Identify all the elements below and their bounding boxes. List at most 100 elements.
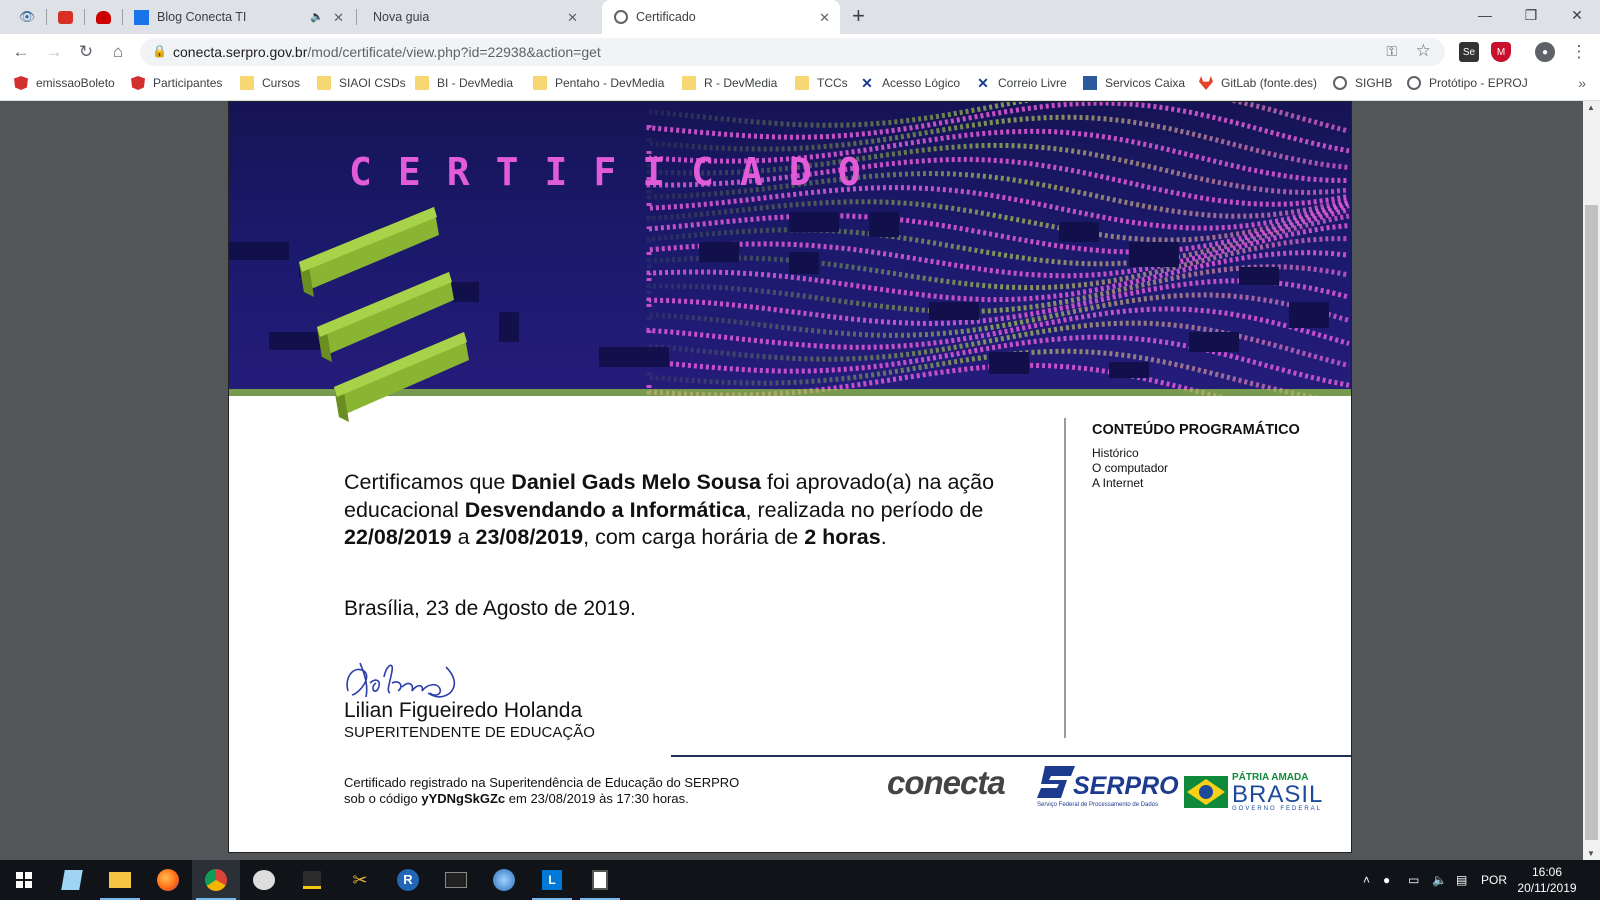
taskbar-app-network[interactable] xyxy=(480,860,528,900)
keyboard-icon[interactable]: ▤ xyxy=(1456,860,1467,900)
banner-pixel-block xyxy=(929,302,979,320)
bookmark-pentaho[interactable]: Pentaho - DevMedia xyxy=(533,76,664,90)
bookmark-r-devmedia[interactable]: R - DevMedia xyxy=(682,76,777,90)
close-icon[interactable]: ✕ xyxy=(819,10,830,26)
folder-icon xyxy=(240,76,254,90)
tray-app-icon[interactable]: ● xyxy=(1383,860,1390,900)
start-button[interactable] xyxy=(0,860,48,900)
close-window-button[interactable]: ✕ xyxy=(1554,0,1600,30)
taskbar-app-powerbi[interactable] xyxy=(288,860,336,900)
clock-date: 20/11/2019 xyxy=(1517,881,1577,895)
brazil-flag-icon xyxy=(1184,776,1228,808)
new-tab-button[interactable]: + xyxy=(852,5,865,27)
banner-pixel-block xyxy=(599,347,669,367)
bookmark-label: Participantes xyxy=(153,76,223,90)
taskbar-app-r[interactable]: R xyxy=(384,860,432,900)
banner-pixel-block xyxy=(699,242,739,262)
tab-nova-guia[interactable]: Nova guia ✕ xyxy=(358,0,588,34)
scroll-down-arrow-icon[interactable]: ▼ xyxy=(1587,849,1595,858)
bookmark-label: Protótipo - EPROJ xyxy=(1429,76,1528,90)
taskbar-app-lync[interactable]: L xyxy=(528,860,576,900)
bookmark-tccs[interactable]: TCCs xyxy=(795,76,848,90)
bookmark-prototipo-eproj[interactable]: Protótipo - EPROJ xyxy=(1407,76,1528,90)
close-icon[interactable]: ✕ xyxy=(333,10,344,26)
bookmark-acesso-logico[interactable]: ✕ Acesso Lógico xyxy=(860,76,960,90)
bookmark-participantes[interactable]: Participantes xyxy=(131,76,222,90)
selenium-extension-icon[interactable]: Se xyxy=(1459,42,1479,62)
lock-icon[interactable]: 🔒 xyxy=(152,44,167,58)
browser-chrome: 👁 Blog Conecta TI 🔈 ✕ Nova guia ✕ Certif… xyxy=(0,0,1600,101)
start-date: 22/08/2019 xyxy=(344,525,452,549)
taskbar-app-explorer[interactable] xyxy=(96,860,144,900)
signer-name: Lilian Figueiredo Holanda xyxy=(344,699,583,722)
taskbar-app-chrome[interactable] xyxy=(192,860,240,900)
scroll-up-arrow-icon[interactable]: ▲ xyxy=(1587,103,1595,112)
banner-pixel-block xyxy=(1059,222,1099,242)
certificate-statement: Certificamos que Daniel Gads Melo Sousa … xyxy=(344,469,1044,552)
bookmark-servicos-caixa[interactable]: Servicos Caixa xyxy=(1083,76,1185,90)
conecta-e-logo xyxy=(299,207,469,422)
windows-logo-icon xyxy=(16,872,32,888)
pinned-tab-3[interactable] xyxy=(84,0,122,34)
taskbar-app-terminal[interactable] xyxy=(432,860,480,900)
signer-role: SUPERITENDENTE DE EDUCAÇÃO xyxy=(344,724,595,741)
taskbar-app-tools[interactable]: ✂ xyxy=(336,860,384,900)
bookmark-sighb[interactable]: SIGHB xyxy=(1333,76,1392,90)
bookmark-gitlab[interactable]: GitLab (fonte.des) xyxy=(1199,76,1317,90)
program-item: O computador xyxy=(1092,461,1169,475)
banner-pixel-block xyxy=(229,242,289,260)
statement-text: , realizada no período de xyxy=(745,497,984,522)
network-icon[interactable]: ▭ xyxy=(1408,860,1419,900)
taskbar-app-firefox[interactable] xyxy=(144,860,192,900)
pinned-tab-1[interactable]: 👁 xyxy=(8,0,46,34)
bookmark-siaoi[interactable]: SIAOI CSDs xyxy=(317,76,406,90)
bookmark-label: GitLab (fonte.des) xyxy=(1221,76,1318,90)
program-item: A Internet xyxy=(1092,476,1144,490)
program-list: Histórico O computador A Internet xyxy=(1092,446,1168,491)
forward-button[interactable]: → xyxy=(40,38,68,66)
registration-text: sob o código xyxy=(344,791,422,806)
serpro-subtitle: Serviço Federal de Processamento de Dado… xyxy=(1037,802,1159,808)
bookmark-star-icon[interactable]: ☆ xyxy=(1416,41,1431,61)
folder-icon xyxy=(415,76,429,90)
mcafee-extension-icon[interactable]: M xyxy=(1491,42,1511,62)
menu-icon[interactable]: ⋮ xyxy=(1565,38,1593,66)
tab-blog-conecta[interactable]: Blog Conecta TI 🔈 ✕ xyxy=(124,0,354,34)
banner-title: CERTIFICADO xyxy=(349,150,887,194)
pinned-tab-2[interactable] xyxy=(46,0,84,34)
speaker-icon[interactable]: 🔈 xyxy=(310,10,324,23)
calculator-icon xyxy=(592,870,608,890)
taskbar-app-calculator[interactable] xyxy=(576,860,624,900)
address-bar[interactable]: 🔒 conecta.serpro.gov.br/mod/certificate/… xyxy=(140,38,1445,66)
bookmark-cursos[interactable]: Cursos xyxy=(240,76,300,90)
statement-text: , com carga horária de xyxy=(583,525,805,549)
taskbar-app-notepad[interactable] xyxy=(48,860,96,900)
banner-pixel-block xyxy=(989,352,1029,374)
bookmark-emissaoboleto[interactable]: emissaoBoleto xyxy=(14,76,115,90)
page-scrollbar[interactable]: ▲ ▼ xyxy=(1583,101,1600,860)
tab-certificado[interactable]: Certificado ✕ xyxy=(602,0,840,34)
bookmark-bi-devmedia[interactable]: BI - DevMedia xyxy=(415,76,513,90)
bookmark-correio-livre[interactable]: ✕ Correio Livre xyxy=(976,76,1067,90)
volume-icon[interactable]: 🔈 xyxy=(1432,860,1447,900)
minimize-button[interactable]: — xyxy=(1462,0,1508,30)
back-button[interactable]: ← xyxy=(7,38,35,66)
key-icon[interactable]: ⚿ xyxy=(1386,43,1397,60)
taskbar-app-gimp[interactable] xyxy=(240,860,288,900)
reload-button[interactable]: ↻ xyxy=(72,38,100,66)
scroll-thumb[interactable] xyxy=(1585,205,1598,840)
home-button[interactable]: ⌂ xyxy=(104,38,132,66)
url-path: /mod/certificate/view.php?id=22938&actio… xyxy=(307,44,601,60)
restore-button[interactable]: ❐ xyxy=(1508,0,1554,30)
tray-chevron-icon[interactable]: ˄ xyxy=(1363,860,1370,900)
bookmarks-overflow-icon[interactable]: » xyxy=(1578,75,1586,91)
language-indicator[interactable]: POR xyxy=(1481,860,1507,900)
windows-taskbar: ✂ R L ˄ ● ▭ 🔈 ▤ POR 16:06 20/11/2019 xyxy=(0,860,1600,900)
registration-line: Certificado registrado na Superitendênci… xyxy=(344,775,740,790)
serpro-name: SERPRO xyxy=(1073,772,1179,800)
close-icon[interactable]: ✕ xyxy=(567,10,578,26)
footer-divider xyxy=(671,755,1351,757)
system-clock[interactable]: 16:06 20/11/2019 xyxy=(1512,864,1582,896)
profile-icon[interactable]: ● xyxy=(1535,42,1555,62)
recipient-name: Daniel Gads Melo Sousa xyxy=(511,470,762,494)
